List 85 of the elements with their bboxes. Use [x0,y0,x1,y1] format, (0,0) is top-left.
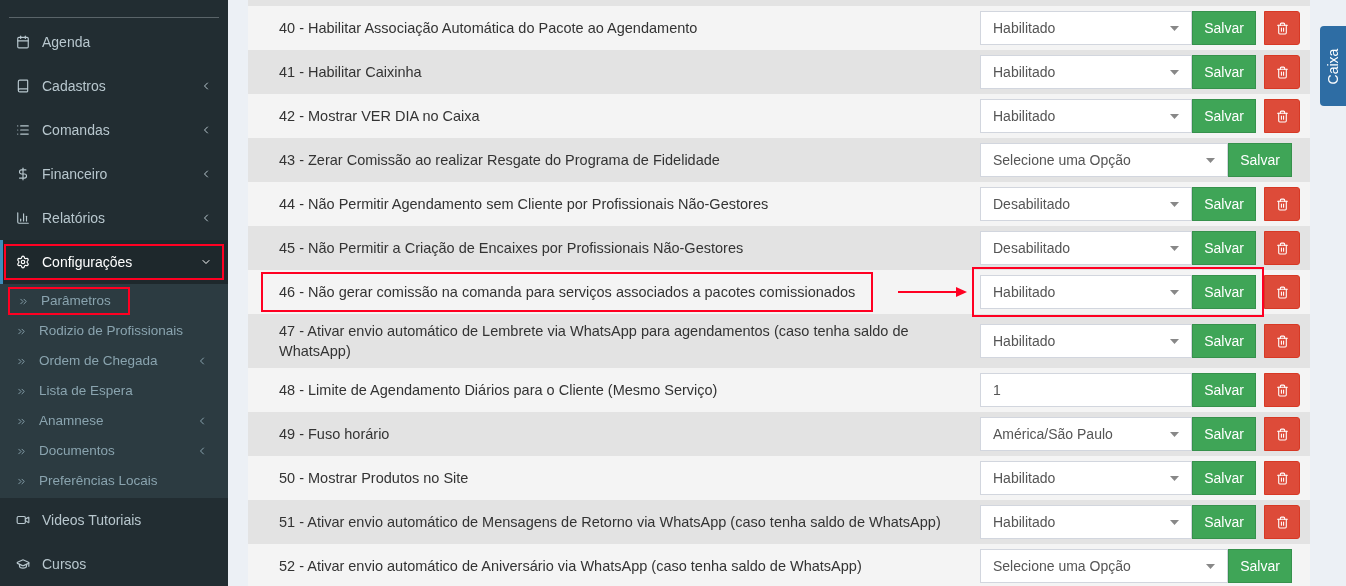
select-field[interactable]: Habilitado [980,55,1192,89]
submenu-item[interactable]: Ordem de Chegada [8,347,220,375]
parameter-label: 48 - Limite de Agendamento Diários para o Cliente (Mesmo Serviço) [278,381,719,400]
parameter-label: 40 - Habilitar Associação Automática do Pacote ao Agendamento [278,19,699,38]
gear-icon [16,255,30,269]
trash-icon [1275,65,1289,79]
bar-chart-icon [16,211,30,225]
graduation-cap-icon [16,557,30,571]
dropdown-caret-icon [1206,563,1215,569]
submenu-item[interactable]: Lista de Espera [8,377,220,405]
arrow-annotation [898,286,968,298]
trash-icon [1275,334,1289,348]
delete-button[interactable] [1264,187,1300,221]
dropdown-caret-icon [1170,519,1179,525]
trash-icon [1275,383,1289,397]
parameter-label: 43 - Zerar Comissão ao realizar Resgate do Programa de Fidelidade [278,151,721,170]
select-field[interactable]: Habilitado [980,99,1192,133]
side-tab[interactable]: Caixa [1320,26,1346,106]
parameter-label: 49 - Fuso horário [278,425,391,444]
parameter-label: 50 - Mostrar Produtos no Site [278,469,470,488]
menu-item[interactable]: Cadastros [0,64,228,108]
dropdown-caret-icon [1170,25,1179,31]
delete-button[interactable] [1264,324,1300,358]
parameter-label: 47 - Ativar envio automático de Lembrete via WhatsApp para agendamentos (caso tenha saldo de WhatsApp) [278,322,910,361]
dropdown-caret-icon [1170,113,1179,119]
trash-icon [1275,21,1289,35]
select-field[interactable]: Selecione uma Opção [980,143,1228,177]
submenu-item[interactable]: Preferências Locais [8,467,220,495]
dollar-icon [16,167,30,181]
dropdown-caret-icon [1170,431,1179,437]
dropdown-caret-icon [1170,289,1179,295]
menu-item[interactable]: Videos Tutoriais [0,498,228,542]
menu-item[interactable]: Comandas [0,108,228,152]
select-field[interactable]: Selecione uma Opção [980,549,1228,583]
select-field[interactable]: Habilitado [980,505,1192,539]
trash-icon [1275,285,1289,299]
delete-button[interactable] [1264,417,1300,451]
trash-icon [1275,427,1289,441]
trash-icon [1275,109,1289,123]
submenu-item[interactable]: Documentos [8,437,220,465]
calendar-icon [16,35,30,49]
select-field[interactable]: América/São Paulo [980,417,1192,451]
select-field[interactable]: Habilitado [980,11,1192,45]
trash-icon [1275,471,1289,485]
delete-button[interactable] [1264,275,1300,309]
dropdown-caret-icon [1170,245,1179,251]
select-field[interactable]: Habilitado [980,275,1192,309]
delete-button[interactable] [1264,55,1300,89]
parameter-label: 44 - Não Permitir Agendamento sem Cliente por Profissionais Não-Gestores [278,195,770,214]
delete-button[interactable] [1264,11,1300,45]
parameter-label: 46 - Não gerar comissão na comanda para serviços associados a pacotes comissionados [261,272,874,312]
delete-button[interactable] [1264,461,1300,495]
menu-item[interactable]: Financeiro [0,152,228,196]
dropdown-caret-icon [1170,69,1179,75]
delete-button[interactable] [1264,373,1300,407]
menu-item[interactable]: Configurações [0,240,228,284]
menu-item[interactable]: Cursos [0,542,228,586]
submenu-item[interactable]: Parâmetros [8,287,130,315]
video-camera-icon [16,513,30,527]
dropdown-caret-icon [1206,157,1215,163]
trash-icon [1275,241,1289,255]
dropdown-caret-icon [1170,338,1179,344]
parameter-label: 41 - Habilitar Caixinha [278,63,423,82]
parameter-label: 42 - Mostrar VER DIA no Caixa [278,107,481,126]
menu-item[interactable]: Agenda [0,20,228,64]
book-icon [16,79,30,93]
parameter-label: 51 - Ativar envio automático de Mensagens de Retorno via WhatsApp (caso tenha saldo de WhatsApp) [278,513,942,532]
trash-icon [1275,197,1289,211]
number-field[interactable]: 1 [980,373,1192,407]
dropdown-caret-icon [1170,201,1179,207]
submenu-item[interactable]: Rodizio de Profissionais [8,317,220,345]
select-field[interactable]: Desabilitado [980,231,1192,265]
submenu-item[interactable]: Anamnese [8,407,220,435]
parameter-label: 52 - Ativar envio automático de Aniversário via WhatsApp (caso tenha saldo de WhatsApp) [278,557,863,576]
select-field[interactable]: Desabilitado [980,187,1192,221]
delete-button[interactable] [1264,99,1300,133]
trash-icon [1275,515,1289,529]
list-icon [16,123,30,137]
delete-button[interactable] [1264,505,1300,539]
select-field[interactable]: Habilitado [980,324,1192,358]
dropdown-caret-icon [1170,475,1179,481]
select-field[interactable]: Habilitado [980,461,1192,495]
delete-button[interactable] [1264,231,1300,265]
menu-item[interactable]: Relatórios [0,196,228,240]
parameter-label: 45 - Não Permitir a Criação de Encaixes por Profissionais Não-Gestores [278,239,745,258]
